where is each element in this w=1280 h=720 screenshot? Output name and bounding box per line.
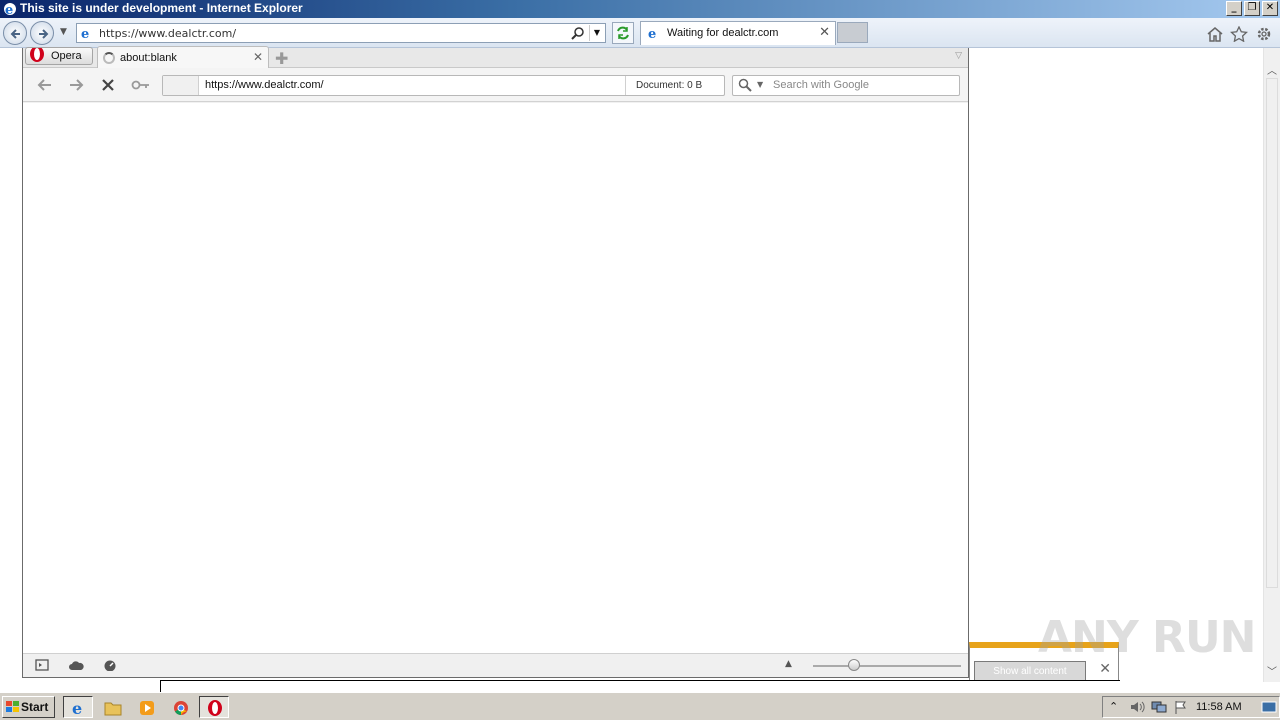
search-engine-dropdown-icon[interactable]: ▼ xyxy=(757,80,763,89)
media-player-icon xyxy=(140,701,154,715)
close-icon[interactable]: ✕ xyxy=(253,50,263,64)
opera-toolbar: https://www.dealctr.com/ Document: 0 B ▼… xyxy=(23,68,968,102)
zoom-reset-icon[interactable]: ▲ xyxy=(785,659,792,669)
gear-icon[interactable] xyxy=(1255,26,1273,42)
taskbar: Start e ⌃ 11:58 AM xyxy=(0,692,1280,720)
ie-address-text[interactable]: https://www.dealctr.com/ xyxy=(99,27,236,40)
internet-explorer-icon: e xyxy=(4,3,16,17)
taskbar-chrome[interactable] xyxy=(165,696,195,718)
history-dropdown-icon[interactable]: ▼ xyxy=(60,27,67,37)
home-icon[interactable] xyxy=(1206,26,1224,42)
zoom-slider-thumb[interactable] xyxy=(848,659,860,671)
add-tab-icon[interactable]: ✚ xyxy=(275,49,288,68)
ie-address-bar[interactable]: e https://www.dealctr.com/ ▼ xyxy=(76,23,606,43)
site-info-badge[interactable] xyxy=(163,76,199,95)
opera-tab-active[interactable]: about:blank ✕ xyxy=(97,46,269,69)
anyrun-watermark: ANY RUN xyxy=(1038,612,1256,663)
ie-back-button[interactable] xyxy=(3,21,27,45)
window-title: This site is under development - Interne… xyxy=(20,1,303,15)
ie-new-tab-button[interactable] xyxy=(837,22,868,43)
internet-explorer-icon: e xyxy=(72,699,82,717)
ie-title-bar: e This site is under development - Inter… xyxy=(0,0,1280,18)
ie-tab-title: Waiting for dealctr.com xyxy=(667,27,779,39)
back-arrow-icon[interactable] xyxy=(37,78,53,92)
opera-search-field[interactable]: ▼ Search with Google xyxy=(732,75,960,96)
opera-menu-label: Opera xyxy=(51,50,82,62)
windows-flag-icon xyxy=(6,701,19,712)
show-hidden-icons-icon[interactable]: ⌃ xyxy=(1109,700,1118,713)
key-icon[interactable] xyxy=(131,79,151,91)
speaker-icon[interactable] xyxy=(1129,700,1145,714)
restore-button[interactable]: ❐ xyxy=(1244,1,1260,16)
loading-spinner-icon xyxy=(103,52,115,64)
ie-tab-icon: e xyxy=(648,27,656,40)
opera-status-bar: ▲ xyxy=(23,653,968,677)
ie-refresh-button[interactable] xyxy=(612,22,634,44)
ie-navigation-bar: ▼ e https://www.dealctr.com/ ▼ e Waiting… xyxy=(0,18,1280,48)
svg-text:e: e xyxy=(648,27,656,40)
opera-menu-button[interactable]: Opera xyxy=(25,47,93,65)
opera-window: Opera about:blank ✕ ✚ ▽ https://www.deal… xyxy=(22,46,969,678)
start-label: Start xyxy=(21,700,49,714)
show-desktop-icon[interactable] xyxy=(1261,700,1277,714)
opera-logo-icon xyxy=(208,700,222,716)
svg-text:e: e xyxy=(72,699,82,717)
minimize-button[interactable]: _ xyxy=(1226,1,1242,16)
action-center-flag-icon[interactable] xyxy=(1173,700,1189,714)
document-size-info: Document: 0 B xyxy=(625,76,725,95)
search-placeholder[interactable]: Search with Google xyxy=(773,79,869,91)
background-window-edge xyxy=(160,680,1120,692)
scroll-up-icon[interactable]: ︿ xyxy=(1267,62,1277,77)
search-icon xyxy=(738,78,752,92)
start-button[interactable]: Start xyxy=(2,696,55,718)
scrollbar-thumb[interactable] xyxy=(1266,78,1278,588)
close-window-button[interactable]: ✕ xyxy=(1262,1,1278,16)
refresh-icon xyxy=(617,26,629,40)
system-tray: ⌃ 11:58 AM xyxy=(1102,696,1280,718)
opera-logo-icon xyxy=(30,48,44,62)
cloud-sync-icon[interactable] xyxy=(68,659,84,671)
opera-address-text[interactable]: https://www.dealctr.com/ xyxy=(205,79,324,91)
svg-text:e: e xyxy=(81,27,89,40)
back-arrow-icon xyxy=(10,29,20,39)
panel-toggle-icon[interactable] xyxy=(35,659,49,671)
taskbar-media-player[interactable] xyxy=(131,696,161,718)
ie-vertical-scrollbar[interactable]: ︿ ﹀ xyxy=(1263,48,1280,682)
taskbar-opera[interactable] xyxy=(199,696,229,718)
forward-arrow-icon[interactable] xyxy=(68,78,84,92)
close-icon[interactable]: ✕ xyxy=(1099,661,1111,677)
opera-tab-title: about:blank xyxy=(120,52,177,64)
address-dropdown-icon[interactable]: ▼ xyxy=(589,25,604,41)
taskbar-file-explorer[interactable] xyxy=(97,696,127,718)
clock[interactable]: 11:58 AM xyxy=(1196,701,1242,713)
close-icon[interactable]: ✕ xyxy=(819,25,830,40)
search-icon[interactable] xyxy=(571,26,585,40)
opera-page-content xyxy=(23,103,968,653)
ie-forward-button[interactable] xyxy=(30,21,54,45)
ie-tab-active[interactable]: e Waiting for dealctr.com ✕ xyxy=(640,21,836,45)
network-icon[interactable] xyxy=(1151,700,1167,714)
zoom-slider-track[interactable] xyxy=(813,665,961,667)
speed-dial-gauge-icon[interactable] xyxy=(103,659,117,671)
folder-icon xyxy=(104,702,122,716)
stop-icon[interactable] xyxy=(101,78,115,92)
scroll-down-icon[interactable]: ﹀ xyxy=(1267,663,1277,678)
svg-text:e: e xyxy=(5,3,13,17)
favorites-star-icon[interactable] xyxy=(1230,26,1248,42)
taskbar-internet-explorer[interactable]: e xyxy=(63,696,93,718)
opera-address-bar[interactable]: https://www.dealctr.com/ Document: 0 B xyxy=(162,75,725,96)
opera-tab-bar: Opera about:blank ✕ ✚ ▽ xyxy=(23,46,968,69)
ie-page-icon: e xyxy=(81,27,89,40)
forward-arrow-icon xyxy=(39,29,49,39)
chrome-icon xyxy=(174,701,188,715)
tab-menu-chevron-icon[interactable]: ▽ xyxy=(955,51,962,61)
